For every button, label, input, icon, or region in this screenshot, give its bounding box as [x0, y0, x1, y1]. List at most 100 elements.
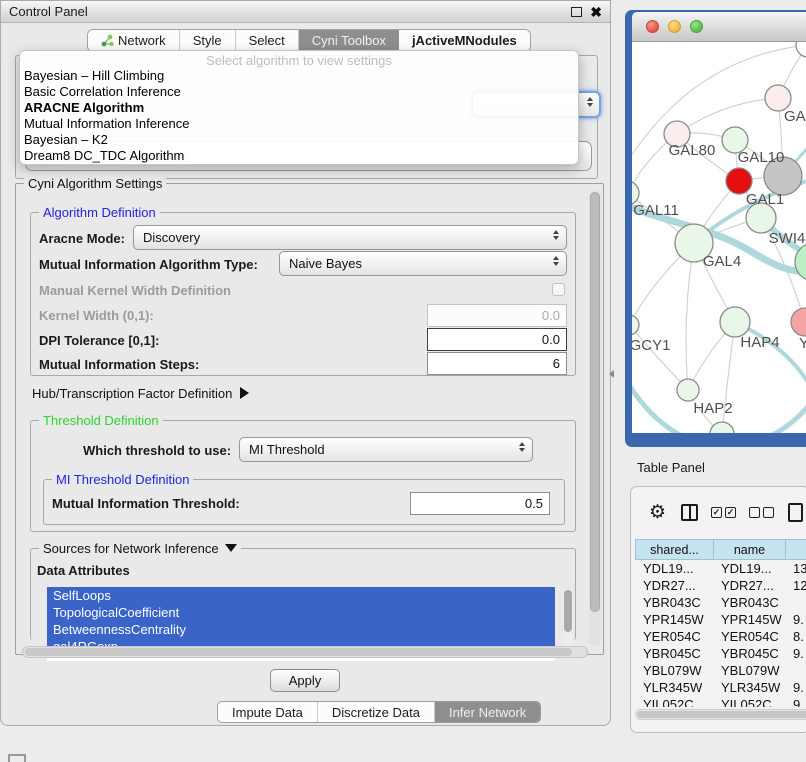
- mi-steps-field[interactable]: 6: [427, 352, 567, 375]
- dropdown-item[interactable]: Bayesian – K2: [20, 132, 578, 148]
- node-label: GAL10: [738, 149, 785, 166]
- algorithm-dropdown: Select algorithm to view settings Bayesi…: [19, 50, 579, 165]
- table-row[interactable]: YBL079WYBL079W: [635, 662, 806, 679]
- node-label: GAL80: [669, 142, 716, 159]
- dropdown-item[interactable]: ARACNE Algorithm: [20, 100, 578, 116]
- table-header-row: shared...name: [635, 539, 806, 560]
- combo-stepper-icon: [519, 442, 525, 452]
- network-graph: GALGAL80GAL10GAL1GAL11SWI4GAL4HAP4YGCY1H…: [632, 42, 806, 433]
- attribute-item[interactable]: SelfLoops: [47, 587, 555, 604]
- dpi-tolerance-field[interactable]: 0.0: [427, 328, 567, 351]
- table-cell: [785, 594, 806, 611]
- control-panel-title: Control Panel: [1, 4, 571, 19]
- table-cell: YER054C: [713, 628, 785, 645]
- which-threshold-value: MI Threshold: [249, 442, 325, 457]
- column-view-icon[interactable]: [681, 504, 698, 521]
- cyni-algorithm-settings-panel: Cyni Algorithm Settings Algorithm Defini…: [15, 183, 604, 655]
- minimized-panel-chip[interactable]: [8, 754, 26, 762]
- deselect-checks-icon[interactable]: [749, 507, 774, 518]
- mi-type-value: Naive Bayes: [289, 256, 362, 271]
- tab-cyni-toolbox[interactable]: Cyni Toolbox: [299, 30, 399, 51]
- kernel-width-label: Kernel Width (0,1):: [39, 308, 154, 323]
- minimize-traffic-light-icon[interactable]: [668, 20, 681, 33]
- table-cell: YBL079W: [635, 662, 713, 679]
- table-row[interactable]: YBR043CYBR043C: [635, 594, 806, 611]
- column-header[interactable]: shared...: [635, 539, 713, 560]
- table-row[interactable]: YDR27...YDR27...12: [635, 577, 806, 594]
- table-row[interactable]: YIL052CYIL052C9.: [635, 696, 806, 707]
- table-cell: 9.: [785, 645, 806, 662]
- which-threshold-label: Which threshold to use:: [83, 443, 231, 458]
- tab-jactivemnodules[interactable]: jActiveMNodules: [399, 30, 530, 51]
- manual-kernel-checkbox[interactable]: [552, 283, 565, 296]
- document-icon[interactable]: [788, 503, 803, 522]
- apply-button[interactable]: Apply: [270, 669, 340, 692]
- dropdown-prompt: Select algorithm to view settings: [20, 53, 578, 68]
- dropdown-item[interactable]: Mutual Information Inference: [20, 116, 578, 132]
- attribute-item[interactable]: TopologicalCoefficient: [47, 604, 555, 621]
- mi-threshold-group-title: MI Threshold Definition: [52, 472, 193, 487]
- mi-threshold-field[interactable]: 0.5: [410, 492, 550, 515]
- table-row[interactable]: YPR145WYPR145W9.: [635, 611, 806, 628]
- hub-definition-toggle[interactable]: Hub/Transcription Factor Definition: [32, 386, 249, 401]
- network-view-canvas[interactable]: GALGAL80GAL10GAL1GAL11SWI4GAL4HAP4YGCY1H…: [632, 42, 806, 433]
- mi-algorithm-type-combo[interactable]: Naive Bayes: [279, 251, 567, 276]
- column-header[interactable]: name: [713, 539, 785, 560]
- pane-divider-handle[interactable]: [609, 370, 614, 378]
- node-label: Y: [799, 335, 806, 352]
- table-cell: 12: [785, 577, 806, 594]
- settings-vertical-scrollbar[interactable]: [589, 190, 601, 646]
- node-label: SWI4: [769, 230, 806, 247]
- table-cell: YIL052C: [635, 696, 713, 707]
- table-cell: YDR27...: [713, 577, 785, 594]
- dropdown-item[interactable]: Dream8 DC_TDC Algorithm: [20, 148, 578, 164]
- settings-horizontal-scrollbar[interactable]: [22, 646, 588, 658]
- network-edge[interactable]: [686, 243, 694, 390]
- network-icon: [101, 34, 114, 47]
- zoom-traffic-light-icon[interactable]: [690, 20, 703, 33]
- tab-label: Select: [249, 33, 285, 48]
- tab-label: Network: [118, 33, 166, 48]
- table-row[interactable]: YER054CYER054C8.: [635, 628, 806, 645]
- kernel-width-field[interactable]: 0.0: [427, 304, 567, 327]
- network-node-gcy1[interactable]: [632, 315, 639, 335]
- attribute-item[interactable]: BetweennessCentrality: [47, 621, 555, 638]
- network-window-titlebar[interactable]: [632, 12, 806, 42]
- tab-impute-data[interactable]: Impute Data: [218, 702, 318, 722]
- close-traffic-light-icon[interactable]: [646, 20, 659, 33]
- which-threshold-combo[interactable]: MI Threshold: [239, 437, 533, 462]
- tab-infer-network[interactable]: Infer Network: [435, 702, 540, 722]
- tab-network[interactable]: Network: [88, 30, 180, 51]
- network-node-y[interactable]: [791, 308, 806, 336]
- aracne-mode-combo[interactable]: Discovery: [133, 225, 567, 250]
- table-panel-window: ⚙ ✓✓ shared...nameYDL19...YDL19...13YDR2…: [630, 486, 806, 733]
- node-label: GAL1: [746, 191, 784, 208]
- table-row[interactable]: YDL19...YDL19...13: [635, 560, 806, 577]
- dropdown-item[interactable]: Basic Correlation Inference: [20, 84, 578, 100]
- settings-group-title: Cyni Algorithm Settings: [24, 176, 166, 191]
- network-node-hap4[interactable]: [720, 307, 750, 337]
- sources-group-title[interactable]: Sources for Network Inference: [39, 541, 241, 556]
- tab-discretize-data[interactable]: Discretize Data: [318, 702, 435, 722]
- tab-style[interactable]: Style: [180, 30, 236, 51]
- table-cell: 9.: [785, 611, 806, 628]
- close-icon[interactable]: ✖: [590, 7, 602, 17]
- network-edge[interactable]: [632, 325, 688, 390]
- table-row[interactable]: YBR045CYBR045C9.: [635, 645, 806, 662]
- table-horizontal-scrollbar[interactable]: [635, 709, 806, 720]
- network-node-hap2[interactable]: [677, 379, 699, 401]
- column-header[interactable]: [785, 539, 806, 560]
- float-window-icon[interactable]: [571, 7, 582, 17]
- network-node[interactable]: [796, 42, 806, 57]
- node-label: GAL: [784, 108, 806, 125]
- table-cell: 8.: [785, 628, 806, 645]
- network-node[interactable]: [710, 422, 734, 433]
- table-row[interactable]: YLR345WYLR345W9.: [635, 679, 806, 696]
- settings-gear-icon[interactable]: ⚙: [649, 503, 666, 522]
- mi-threshold-label: Mutual Information Threshold:: [52, 496, 240, 511]
- select-all-checks-icon[interactable]: ✓✓: [711, 507, 736, 518]
- dropdown-item[interactable]: Bayesian – Hill Climbing: [20, 68, 578, 84]
- node-table[interactable]: shared...nameYDL19...YDL19...13YDR27...Y…: [635, 539, 806, 707]
- table-cell: YLR345W: [635, 679, 713, 696]
- tab-select[interactable]: Select: [236, 30, 299, 51]
